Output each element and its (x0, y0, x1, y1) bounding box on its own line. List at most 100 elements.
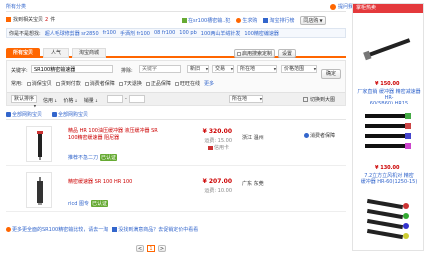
confirm-button[interactable]: 确定 (321, 69, 341, 79)
shop-name[interactable]: 推荐不急二刀 (68, 154, 98, 161)
shop-name[interactable]: ricd 图专 (68, 200, 89, 207)
etao-link[interactable]: 更多更全面的SR100精密输比较，请去一淘 (6, 226, 108, 233)
promo-icon (112, 227, 118, 232)
trade-select[interactable]: 交易 ▼ (212, 65, 234, 73)
checkbox-icon (55, 81, 60, 86)
tab-popular[interactable]: 人气 (43, 48, 69, 58)
list-view-icon (303, 97, 308, 102)
similar-dropdown[interactable]: 同店购 ▼ (300, 16, 326, 25)
prev-page-button[interactable]: < (136, 245, 144, 252)
sidebar-product-image[interactable] (359, 104, 417, 162)
filter-checkbox-7day[interactable]: 7天退换 (118, 80, 142, 87)
bag-icon (52, 112, 58, 117)
exclude-label: 排除: (121, 67, 133, 74)
sort-price[interactable]: 价格 ↓ (63, 97, 77, 104)
related-link[interactable]: 100精密编速器 (244, 30, 279, 37)
checkbox-icon (84, 81, 89, 86)
related-label: 你是不是想找: (9, 30, 41, 37)
damper-image (37, 131, 43, 160)
view-switch[interactable]: 切换到大图 (303, 96, 335, 103)
sort-credit[interactable]: 信用 ↓ (43, 97, 57, 104)
chevron-down-icon: ▼ (313, 67, 316, 71)
settings-button[interactable]: 设置 (278, 49, 297, 58)
checkbox-label: 消保宝贝 (31, 81, 52, 87)
keyword-input[interactable] (31, 65, 113, 73)
mall-ranking-link[interactable]: 淘宝排行榜 (263, 17, 294, 24)
current-page[interactable]: 1 (147, 245, 155, 252)
verified-badge: 已认证 (90, 200, 108, 207)
related-link[interactable]: 08 fr100 (154, 30, 175, 36)
filter-checkbox-cod[interactable]: 货到付款 (55, 80, 81, 87)
enable-custom-search[interactable]: 启用搜索定制 (234, 49, 276, 58)
sidebar-product-image[interactable] (359, 18, 417, 76)
tab-mall-label: 淘宝商城 (78, 50, 99, 56)
question-icon (330, 3, 336, 10)
common-filters: 常用: 消保宝贝 货到付款 消费者保障 7天退换 正品保障 旺旺在线 更多 (11, 80, 214, 87)
sort-sales-label: 销量 (83, 98, 94, 104)
price-from-input[interactable] (107, 95, 123, 103)
tab-all-label: 所有宝贝 (12, 50, 33, 56)
sidebar-desc-line2: 缓冲器 HR-60(1250-15) (360, 179, 418, 185)
sidebar-price-value: ¥ 130.00 (375, 165, 400, 171)
etao-link-label: 更多更全面的SR100精密输比较，请去一淘 (12, 227, 109, 233)
related-link[interactable]: 超人毛球修剪器 sr2850 (45, 30, 99, 37)
location-select[interactable]: 所在地 ▼ (237, 65, 277, 73)
price-range-select[interactable]: 价格范围 ▼ (281, 65, 317, 73)
next-page-label: > (159, 246, 165, 252)
next-page-button[interactable]: > (158, 245, 166, 252)
sidebar-product-desc[interactable]: 7.2立方立风机对 精密 缓冲器 HR-60(1250-15) (355, 173, 423, 185)
filter-checkbox-genuine[interactable]: 正品保障 (145, 80, 171, 87)
shop-info: 推荐不急二刀 已认证 (68, 154, 118, 161)
etao-icon (6, 227, 11, 232)
tab-compare[interactable]: 全部网购宝贝 (52, 111, 88, 118)
pagination: < 1 > (136, 245, 166, 252)
shipping-value: 运费: 10.00 (204, 188, 232, 194)
confirm-label: 确定 (325, 71, 336, 77)
checkbox-icon (145, 81, 150, 86)
listing-thumbnail[interactable] (26, 172, 52, 208)
sidebar-header: 掌柜热卖 (353, 4, 423, 13)
shipping-fee: 运费: 15.00 (192, 137, 232, 144)
sort-arrow-icon: ↓ (74, 98, 78, 103)
tab-all-online[interactable]: 全部网购宝贝 (6, 111, 42, 118)
sell-same-link[interactable]: 生求购 (236, 17, 257, 24)
credit-card-icon (208, 145, 213, 150)
price-to-input[interactable] (129, 95, 145, 103)
filter-checkbox-consumer[interactable]: 消费者保障 (84, 80, 115, 87)
checkbox-label: 货到付款 (60, 81, 81, 87)
tab-mall[interactable]: 淘宝商城 (72, 48, 106, 58)
sidebar: 掌柜热卖 ¥ 150.00 厂家直销 缓冲器 精密减速器 HR- 60(5B60… (352, 3, 424, 251)
checkbox-icon (174, 81, 179, 86)
shop-info: ricd 图专 已认证 (68, 200, 108, 207)
chevron-down-icon: ▼ (259, 97, 262, 101)
range-dash: - (125, 96, 127, 102)
sort-default-select[interactable]: 默认排序 ▼ (11, 95, 37, 108)
location-filter-select[interactable]: 所在地 ▼ (229, 95, 263, 103)
condition-select[interactable]: 新旧 ▼ (187, 65, 209, 73)
sort-price-label: 价格 (63, 98, 74, 104)
sidebar-product-image[interactable] (359, 190, 417, 248)
promo-link[interactable]: 没找到满意商品？去促销定价中看看 (112, 226, 198, 233)
sidebar-price: ¥ 150.00 (375, 81, 400, 87)
bottom-links: 更多更全面的SR100精密输比较，请去一淘 没找到满意商品？去促销定价中看看 (6, 226, 198, 233)
related-link[interactable]: 100两山羊绒针发 (201, 30, 241, 37)
related-link[interactable]: 100 pb (179, 30, 196, 36)
related-link[interactable]: fr100 (103, 30, 116, 36)
price: ¥ 207.00 (192, 178, 232, 185)
related-link[interactable]: 手洒剂 fr100 (120, 30, 150, 37)
damper-image (37, 177, 43, 205)
sort-sales[interactable]: 销量 ↓ (84, 97, 98, 104)
shipping-fee: 运费: 10.00 (192, 187, 232, 194)
more-filters-link[interactable]: 更多 (204, 80, 214, 87)
listing-title[interactable]: 精品 HR 100油压缓冲器 液压缓冲器 SR 100精密缓速器 阻尼器 (68, 128, 198, 142)
filter-checkbox-online[interactable]: 旺旺在线 (174, 80, 200, 87)
exclude-input[interactable] (139, 65, 181, 73)
top-divider (6, 11, 346, 12)
hot-search-link[interactable]: 在sr100槽密输..犯 (182, 17, 230, 24)
listing-title[interactable]: 精密缓速器 SR 100 HR 100 (68, 179, 198, 186)
filter-checkbox-guarantee[interactable]: 消保宝贝 (26, 80, 52, 87)
all-categories-link[interactable]: 所有分类 (6, 3, 26, 10)
checkbox-icon (26, 81, 31, 86)
listing-thumbnail[interactable] (26, 126, 52, 162)
tab-all-items[interactable]: 所有宝贝 (6, 48, 40, 58)
